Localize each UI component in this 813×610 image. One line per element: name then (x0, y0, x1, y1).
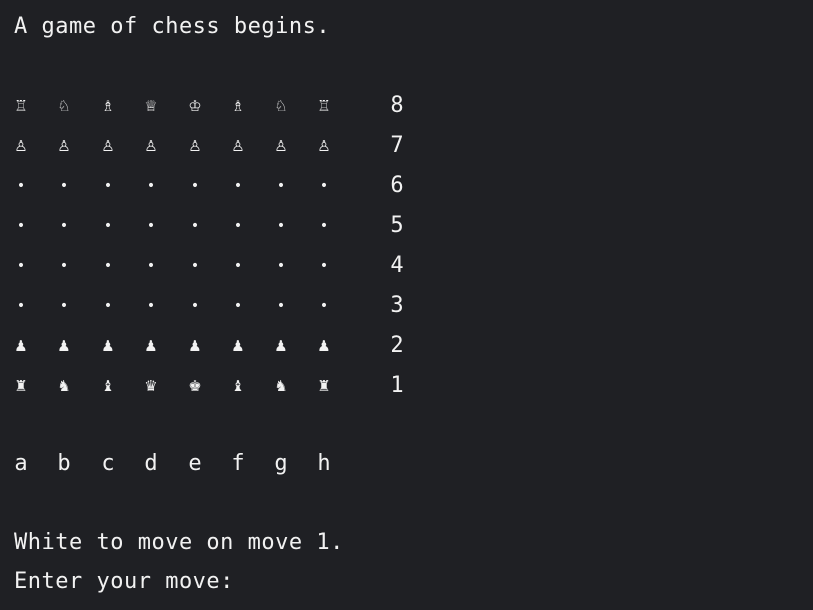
chess-piece: ♙ (14, 137, 28, 155)
empty-square: • (233, 258, 243, 274)
empty-square: • (146, 298, 156, 314)
chess-piece: ♔ (188, 97, 202, 115)
empty-square: • (190, 178, 200, 194)
file-label: c (101, 451, 115, 476)
empty-square: • (319, 258, 329, 274)
terminal-window[interactable]: A game of chess begins. ♖ ♘ ♗ ♕ ♔ ♗ ♘ ♖ 8 ♙ ♙ ♙ ♙ ♙ ♙ ♙… (0, 0, 813, 610)
rank-label: 8 (390, 93, 404, 118)
file-label: a (14, 451, 28, 476)
rank-label: 6 (390, 173, 404, 198)
file-label: b (57, 451, 71, 476)
chess-piece: ♙ (101, 137, 115, 155)
chess-piece: ♖ (14, 97, 28, 115)
empty-square: • (103, 218, 113, 234)
chess-piece: ♟ (144, 337, 158, 355)
rank-label: 7 (390, 133, 404, 158)
chess-piece: ♘ (57, 97, 71, 115)
rank-row: ♟ ♟ ♟ ♟ ♟ ♟ ♟ ♟ 2 (0, 326, 420, 366)
empty-square: • (276, 218, 286, 234)
rank-label: 5 (390, 213, 404, 238)
chess-piece: ♝ (231, 377, 245, 395)
empty-square: • (59, 178, 69, 194)
chess-piece: ♟ (188, 337, 202, 355)
chess-board: ♖ ♘ ♗ ♕ ♔ ♗ ♘ ♖ 8 ♙ ♙ ♙ ♙ ♙ ♙ ♙ ♙ 7 • • • • • • • • 6 • • • • • • • • 5 • • • •… (0, 86, 420, 406)
chess-piece: ♜ (14, 377, 28, 395)
empty-square: • (59, 218, 69, 234)
file-label: f (231, 451, 245, 476)
empty-square: • (59, 298, 69, 314)
chess-piece: ♙ (144, 137, 158, 155)
game-start-message: A game of chess begins. (14, 14, 331, 39)
chess-piece: ♙ (231, 137, 245, 155)
chess-piece: ♙ (317, 137, 331, 155)
chess-piece: ♚ (188, 377, 202, 395)
chess-piece: ♙ (57, 137, 71, 155)
chess-piece: ♜ (317, 377, 331, 395)
move-prompt: Enter your move: (14, 569, 234, 594)
chess-piece: ♟ (14, 337, 28, 355)
empty-square: • (190, 298, 200, 314)
empty-square: • (16, 218, 26, 234)
chess-piece: ♞ (274, 377, 288, 395)
rank-row: • • • • • • • • 3 (0, 286, 420, 326)
empty-square: • (146, 178, 156, 194)
empty-square: • (59, 258, 69, 274)
empty-square: • (103, 298, 113, 314)
chess-piece: ♘ (274, 97, 288, 115)
chess-piece: ♗ (101, 97, 115, 115)
rank-row: • • • • • • • • 5 (0, 206, 420, 246)
file-label: d (144, 451, 158, 476)
chess-piece: ♖ (317, 97, 331, 115)
empty-square: • (319, 218, 329, 234)
empty-square: • (190, 258, 200, 274)
empty-square: • (233, 298, 243, 314)
chess-piece: ♟ (101, 337, 115, 355)
chess-piece: ♟ (274, 337, 288, 355)
file-label: e (188, 451, 202, 476)
move-prompt-line[interactable]: Enter your move: (14, 568, 248, 596)
empty-square: • (16, 178, 26, 194)
empty-square: • (276, 258, 286, 274)
chess-piece: ♝ (101, 377, 115, 395)
rank-row: ♖ ♘ ♗ ♕ ♔ ♗ ♘ ♖ 8 (0, 86, 420, 126)
empty-square: • (190, 218, 200, 234)
chess-piece: ♗ (231, 97, 245, 115)
rank-label: 4 (390, 253, 404, 278)
empty-square: • (319, 298, 329, 314)
empty-square: • (233, 178, 243, 194)
empty-square: • (276, 178, 286, 194)
chess-piece: ♟ (57, 337, 71, 355)
rank-label: 1 (390, 373, 404, 398)
rank-label: 2 (390, 333, 404, 358)
input-cursor[interactable] (236, 570, 248, 592)
empty-square: • (103, 258, 113, 274)
file-labels: a b c d e f g h (0, 448, 420, 480)
chess-piece: ♟ (317, 337, 331, 355)
empty-square: • (276, 298, 286, 314)
empty-square: • (16, 298, 26, 314)
chess-piece: ♙ (188, 137, 202, 155)
file-label: h (317, 451, 331, 476)
file-label: g (274, 451, 288, 476)
empty-square: • (233, 218, 243, 234)
chess-piece: ♙ (274, 137, 288, 155)
turn-status-message: White to move on move 1. (14, 530, 344, 555)
empty-square: • (16, 258, 26, 274)
empty-square: • (146, 218, 156, 234)
empty-square: • (146, 258, 156, 274)
rank-label: 3 (390, 293, 404, 318)
chess-piece: ♟ (231, 337, 245, 355)
empty-square: • (103, 178, 113, 194)
empty-square: • (319, 178, 329, 194)
chess-piece: ♕ (144, 97, 158, 115)
chess-piece: ♛ (144, 377, 158, 395)
rank-row: ♙ ♙ ♙ ♙ ♙ ♙ ♙ ♙ 7 (0, 126, 420, 166)
rank-row: • • • • • • • • 6 (0, 166, 420, 206)
rank-row: ♜ ♞ ♝ ♛ ♚ ♝ ♞ ♜ 1 (0, 366, 420, 406)
chess-piece: ♞ (57, 377, 71, 395)
rank-row: • • • • • • • • 4 (0, 246, 420, 286)
